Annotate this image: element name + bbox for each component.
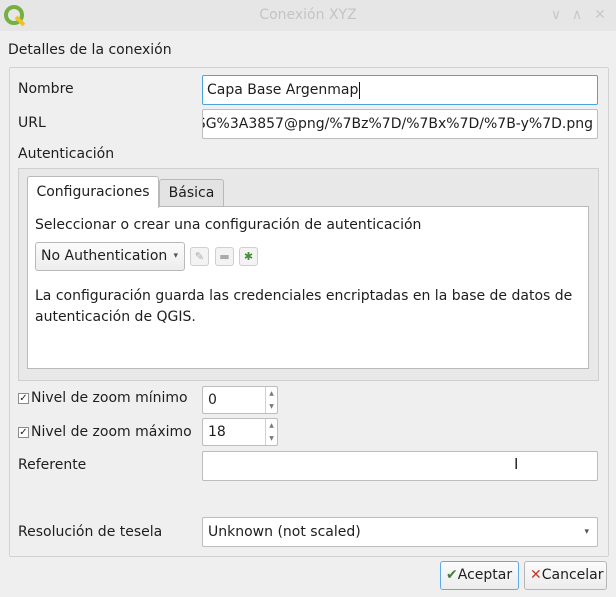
close-button[interactable]: ✕ [590,4,610,26]
name-label: Nombre [18,81,74,97]
zoom-max-value: 18 [208,424,226,440]
url-value: ?SG%3A3857@png/%7Bz%7D/%7Bx%7D/%7B-y%7D.… [202,116,593,132]
accept-button[interactable]: ✔Aceptar [440,561,519,590]
cancel-button[interactable]: ✕Cancelar [524,561,607,590]
spin-arrows-icon[interactable]: ▲ ▼ [265,419,277,445]
accept-icon: ✔ [446,567,458,583]
resolution-value: Unknown (not scaled) [208,524,361,540]
title-bar[interactable]: Conexión XYZ ∨ ∧ ✕ [0,0,616,31]
referer-input[interactable] [202,451,598,481]
resolution-label: Resolución de tesela [18,524,163,540]
zoom-max-checkbox[interactable]: ✓ [18,427,29,438]
auth-info-line1: La configuración guarda las credenciales… [35,288,573,304]
name-value: Capa Base Argenmap [207,82,359,98]
text-cursor-icon: I [514,455,519,473]
zoom-min-value: 0 [208,392,217,408]
cancel-label: Cancelar [541,567,604,583]
auth-label: Autenticación [18,146,115,162]
auth-info-line2: autenticación de QGIS. [35,309,196,325]
remove-icon[interactable]: ▬ [215,247,234,266]
referer-label: Referente [18,457,87,473]
name-input[interactable]: Capa Base Argenmap [202,75,598,105]
text-caret [359,81,361,99]
add-icon[interactable]: ✱ [239,247,258,266]
window-title: Conexión XYZ [259,7,357,23]
auth-config-combo[interactable]: No Authentication ▾ [35,242,185,271]
tab-basica[interactable]: Básica [159,179,224,206]
section-title: Detalles de la conexión [8,42,172,58]
maximize-button[interactable]: ∧ [567,4,587,26]
accept-label: Aceptar [457,567,513,583]
url-label: URL [18,115,46,131]
tab-configuraciones[interactable]: Configuraciones [27,176,159,208]
auth-config-value: No Authentication [41,248,168,264]
url-input[interactable]: ?SG%3A3857@png/%7Bz%7D/%7Bx%7D/%7B-y%7D.… [202,109,598,139]
edit-icon[interactable]: ✎ [190,247,209,266]
auth-select-text: Seleccionar o crear una configuración de… [35,217,422,233]
zoom-min-spinbox[interactable]: 0 ▲ ▼ [202,386,278,414]
zoom-max-label: Nivel de zoom máximo [31,424,192,440]
resolution-select[interactable]: Unknown (not scaled) ▾ [202,517,598,547]
cancel-icon: ✕ [530,567,542,583]
chevron-down-icon: ▾ [584,527,589,537]
chevron-down-icon: ▾ [173,251,178,261]
minimize-button[interactable]: ∨ [546,4,566,26]
zoom-min-checkbox[interactable]: ✓ [18,393,29,404]
zoom-min-label: Nivel de zoom mínimo [31,390,188,406]
spin-arrows-icon[interactable]: ▲ ▼ [265,387,277,413]
zoom-max-spinbox[interactable]: 18 ▲ ▼ [202,418,278,446]
